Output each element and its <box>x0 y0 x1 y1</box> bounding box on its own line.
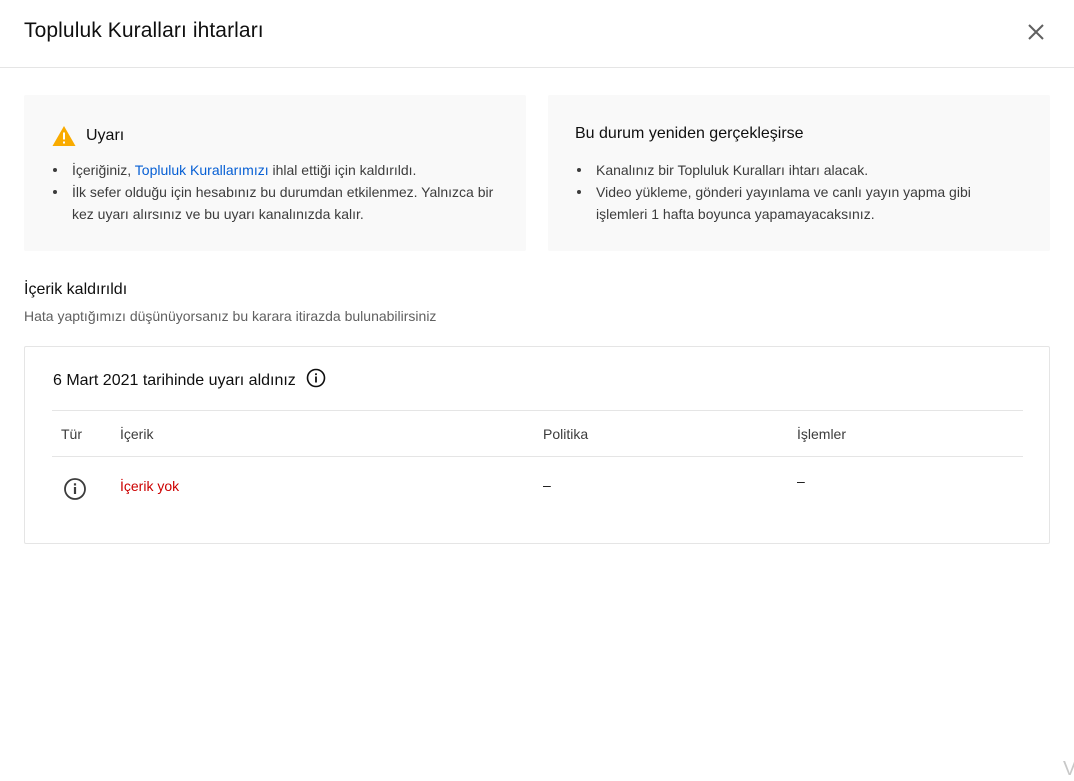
warning-item1-suffix: ihlal ettiği için kaldırıldı. <box>268 162 417 178</box>
warning-heading-label: Uyarı <box>86 127 125 144</box>
watermark-text: V <box>1063 758 1074 780</box>
repeat-list: Kanalınız bir Topluluk Kuralları ihtarı … <box>575 159 1015 225</box>
repeat-list-item: Video yükleme, gönderi yayınlama ve canl… <box>575 181 1015 225</box>
repeat-list-item: Kanalınız bir Topluluk Kuralları ihtarı … <box>575 159 1015 181</box>
content-removed-title: İçerik kaldırıldı <box>24 281 128 298</box>
column-header-actions: İşlemler <box>797 426 847 442</box>
close-icon <box>1028 24 1044 40</box>
row-content: İçerik yok <box>120 478 180 494</box>
warning-item1-prefix: İçeriğiniz, <box>72 162 135 178</box>
warning-list: İçeriğiniz, Topluluk Kurallarımızı ihlal… <box>51 159 511 225</box>
community-guidelines-link[interactable]: Topluluk Kurallarımızı <box>135 162 269 178</box>
repeat-heading: Bu durum yeniden gerçekleşirse <box>575 125 804 142</box>
warning-list-item: İlk sefer olduğu için hesabınız bu durum… <box>51 181 511 225</box>
row-type-info-icon <box>63 477 87 504</box>
table-divider <box>52 410 1023 411</box>
column-header-type: Tür <box>61 426 82 442</box>
warning-heading: Uyarı <box>52 125 124 147</box>
column-header-content: İçerik <box>120 426 154 442</box>
column-header-policy: Politika <box>543 426 589 442</box>
info-icon[interactable] <box>306 368 326 393</box>
warning-icon <box>52 126 76 146</box>
dialog-title: Topluluk Kuralları ihtarları <box>24 19 264 42</box>
repeat-consequence-card: Bu durum yeniden gerçekleşirse Kanalınız… <box>548 95 1050 251</box>
row-policy: – <box>543 477 551 493</box>
strike-date-label: 6 Mart 2021 tarihinde uyarı aldınız <box>53 371 296 389</box>
strike-table-card: 6 Mart 2021 tarihinde uyarı aldınız Tür … <box>24 346 1050 544</box>
warning-card: Uyarı İçeriğiniz, Topluluk Kurallarımızı… <box>24 95 526 251</box>
appeal-hint: Hata yaptığımızı düşünüyorsanız bu karar… <box>24 308 437 324</box>
strikes-dialog: Topluluk Kuralları ihtarları Uyarı İçeri… <box>0 0 1074 781</box>
table-divider <box>52 456 1023 457</box>
close-button[interactable] <box>1018 14 1054 50</box>
dialog-header: Topluluk Kuralları ihtarları <box>0 0 1074 68</box>
warning-list-item: İçeriğiniz, Topluluk Kurallarımızı ihlal… <box>51 159 511 181</box>
row-actions: – <box>797 473 805 489</box>
strike-date-title: 6 Mart 2021 tarihinde uyarı aldınız <box>53 368 326 393</box>
